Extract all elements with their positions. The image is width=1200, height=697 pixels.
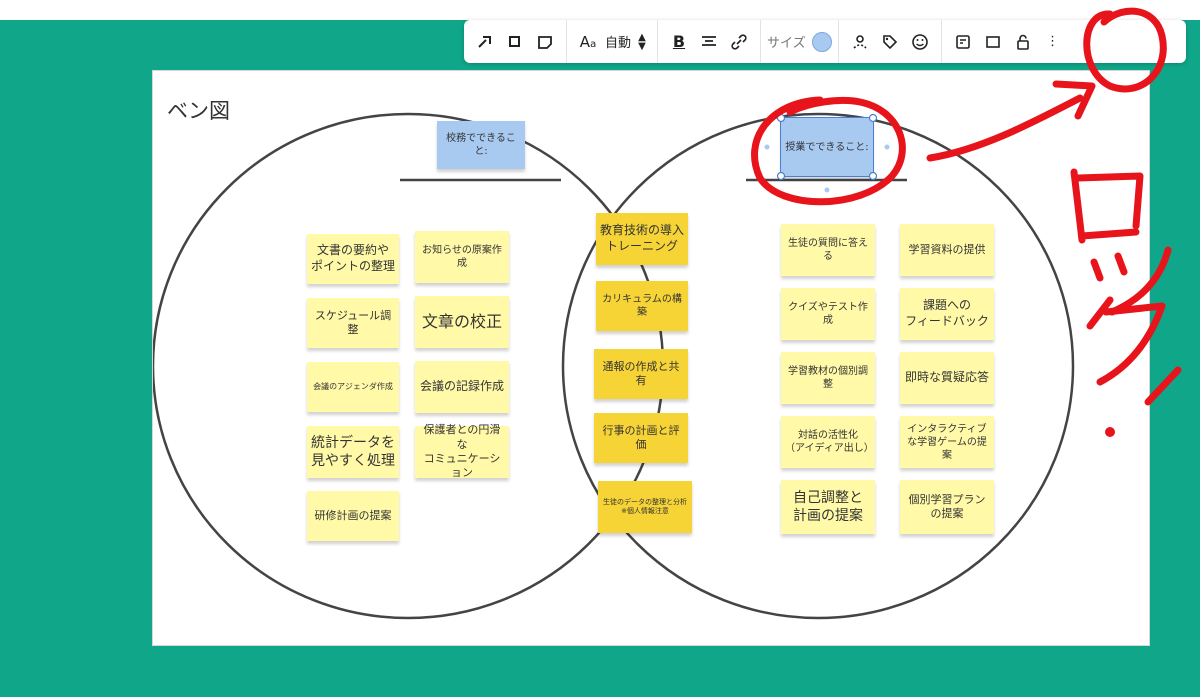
right-note[interactable]: 対話の活性化 （アイディア出し） <box>781 416 875 468</box>
right-note[interactable]: インタラクティブ な学習ゲームの提 案 <box>900 416 994 468</box>
frame-icon[interactable] <box>978 26 1008 58</box>
size-control[interactable]: サイズ <box>767 26 832 58</box>
font-icon[interactable]: Aa <box>573 26 603 58</box>
left-circle <box>153 112 665 620</box>
toolbar-divider <box>837 20 839 63</box>
middle-note[interactable]: 教育技術の導入 トレーニング <box>596 213 688 265</box>
toolbar-divider <box>760 20 761 63</box>
left-note[interactable]: 文書の要約や ポイントの整理 <box>307 234 399 284</box>
right-note[interactable]: 個別学習プラン の提案 <box>900 480 994 534</box>
lock-icon[interactable] <box>1008 26 1038 58</box>
left-note[interactable]: スケジュール調整 <box>307 298 399 348</box>
layout-icon[interactable] <box>948 26 978 58</box>
left-note[interactable]: 会議の記録作成 <box>415 361 509 413</box>
left-header-note[interactable]: 校務でできること: <box>437 121 525 169</box>
right-note[interactable]: クイズやテスト作成 <box>781 288 875 340</box>
size-label: サイズ <box>767 36 806 51</box>
toolbar-divider <box>566 20 567 63</box>
left-note[interactable]: 研修計画の提案 <box>307 491 399 541</box>
middle-note[interactable]: カリキュラムの構築 <box>596 281 688 331</box>
right-header-note[interactable]: 授業でできること: <box>780 117 874 177</box>
middle-note[interactable]: 行事の計画と評価 <box>594 413 688 463</box>
font-label: 自動 <box>604 36 631 51</box>
more-icon[interactable]: ⋮ <box>1038 26 1068 58</box>
middle-note[interactable]: 生徒のデータの整理と分析 ※個人情報注意 <box>598 481 692 533</box>
left-note[interactable]: 会議のアジェンダ作成 <box>307 362 399 412</box>
right-note[interactable]: 自己調整と 計画の提案 <box>781 480 875 534</box>
author-icon[interactable] <box>845 26 875 58</box>
board-frame: ベン図 校務でできること: 授業でできること: 文書の要約や ポイントの整理 お… <box>152 70 1150 646</box>
stepper-icon[interactable]: ▲ ▼ <box>633 26 651 58</box>
size-color-swatch[interactable] <box>811 31 832 52</box>
left-note[interactable]: お知らせの原案作成 <box>415 231 509 283</box>
right-note[interactable]: 学習教材の個別調整 <box>781 352 875 404</box>
tag-icon[interactable] <box>875 26 905 58</box>
right-note[interactable]: 学習資料の提供 <box>900 224 994 276</box>
sticky-note-icon[interactable] <box>530 26 560 58</box>
toolbar-divider <box>657 20 658 63</box>
right-note[interactable]: 生徒の質問に答える <box>781 224 875 276</box>
middle-note[interactable]: 通報の作成と共有 <box>594 349 688 399</box>
left-note[interactable]: 保護者との円滑な コミュニケーション <box>415 423 509 479</box>
toolbar-divider <box>940 20 942 63</box>
right-note[interactable]: 即時な質疑応答 <box>900 352 994 404</box>
right-note[interactable]: 課題への フィードバック <box>900 288 994 340</box>
align-icon[interactable] <box>694 26 724 58</box>
left-note[interactable]: 文章の校正 <box>415 296 509 348</box>
font-selector[interactable]: 自動 <box>603 26 633 58</box>
shape-icon[interactable] <box>500 26 530 58</box>
emoji-icon[interactable] <box>905 26 935 58</box>
link-icon[interactable] <box>724 26 754 58</box>
left-note[interactable]: 統計データを 見やすく処理 <box>307 426 399 478</box>
bold-icon[interactable]: B <box>664 26 694 58</box>
context-toolbar: Aa 自動 ▲ ▼ B サイズ ⋮ <box>464 20 1186 63</box>
connector-icon[interactable] <box>470 26 500 58</box>
